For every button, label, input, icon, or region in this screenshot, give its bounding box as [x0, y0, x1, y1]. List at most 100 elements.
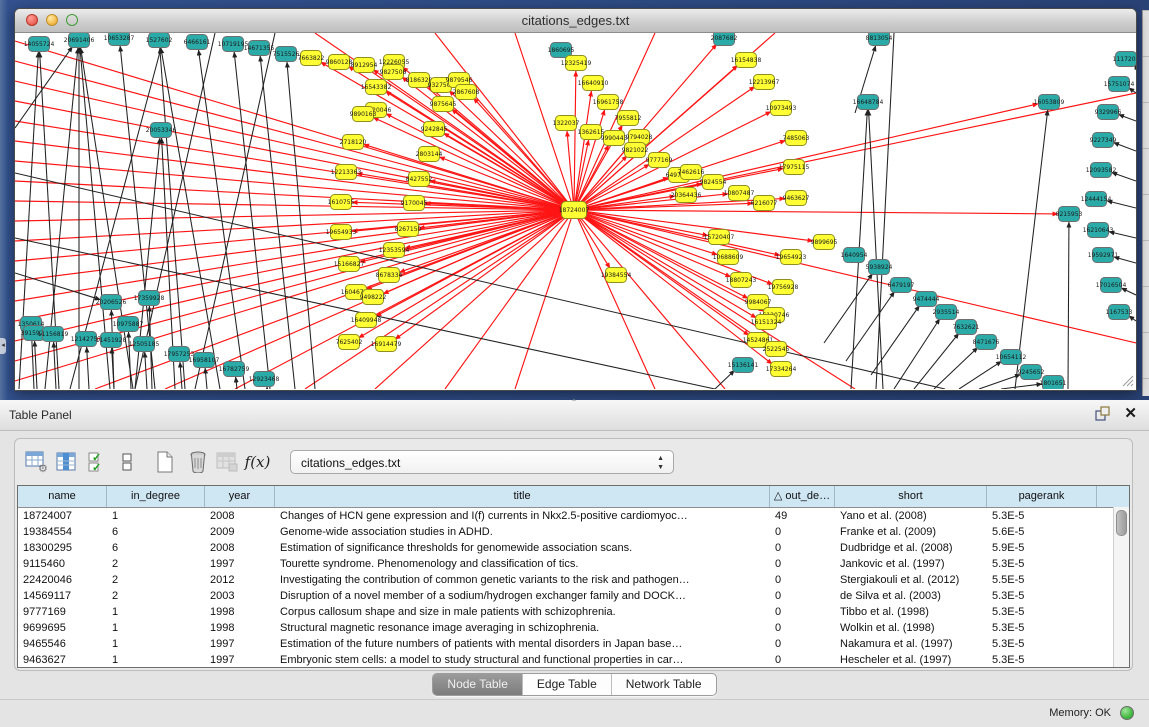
network-node[interactable]: 2087682 — [711, 33, 738, 46]
table-cell[interactable]: 22420046 — [18, 572, 107, 588]
import-table-icon[interactable] — [216, 450, 239, 473]
network-node[interactable]: 9827508 — [380, 65, 407, 80]
table-cell[interactable]: Stergiakouli et al. (2012) — [835, 572, 987, 588]
network-edge[interactable] — [15, 273, 100, 300]
network-node[interactable]: 10975887 — [113, 317, 144, 332]
network-node[interactable]: 2522545 — [763, 342, 790, 357]
network-node[interactable]: 9245652 — [1018, 365, 1045, 380]
network-node[interactable]: 9463627 — [783, 191, 810, 206]
network-edge[interactable] — [1001, 384, 1042, 389]
network-edge[interactable] — [35, 341, 37, 389]
network-node[interactable]: 15136141 — [728, 358, 759, 373]
network-node[interactable]: 1322037 — [553, 116, 580, 131]
table-row[interactable]: 946362711997Embryonic stem cells: a mode… — [18, 652, 1129, 668]
network-node[interactable]: 15166827 — [334, 257, 365, 272]
network-node[interactable]: 7632621 — [953, 320, 980, 335]
network-edge[interactable] — [15, 41, 574, 210]
network-node[interactable]: 7485063 — [783, 131, 810, 146]
table-cell[interactable]: Tourette syndrome. Phenomenology and cla… — [275, 556, 770, 572]
network-node[interactable]: 16914479 — [371, 337, 402, 352]
table-cell[interactable]: 2012 — [205, 572, 275, 588]
table-cell[interactable]: 0 — [770, 636, 835, 652]
network-node[interactable]: 8215953 — [1056, 207, 1083, 222]
table-chooser-dropdown[interactable]: citations_edges.txt ▲▼ — [290, 450, 674, 474]
table-cell[interactable]: 5.3E-5 — [987, 588, 1097, 604]
network-node[interactable]: 9821022 — [622, 143, 649, 158]
column-list-icon[interactable] — [115, 450, 138, 473]
table-cell[interactable]: Hescheler et al. (1997) — [835, 652, 987, 668]
table-cell[interactable]: 9777169 — [18, 604, 107, 620]
network-node[interactable]: 7625402 — [336, 335, 363, 350]
table-cell[interactable]: 9465546 — [18, 636, 107, 652]
table-cell[interactable]: 19384554 — [18, 524, 107, 540]
network-node[interactable]: 20053346 — [146, 123, 177, 138]
network-node[interactable]: 12093582 — [1086, 163, 1117, 178]
network-node[interactable]: 2867608 — [453, 85, 480, 100]
table-row[interactable]: 1456911722003Disruption of a novel membe… — [18, 588, 1129, 604]
table-row[interactable]: 977716911998Corpus callosum shape and si… — [18, 604, 1129, 620]
network-canvas[interactable]: 1872400714055724206914061065328715276026… — [15, 33, 1136, 389]
table-cell[interactable]: Changes of HCN gene expression and I(f) … — [275, 508, 770, 524]
network-node[interactable]: 16154838 — [731, 53, 762, 68]
network-node[interactable]: 18807243 — [726, 273, 757, 288]
network-edge[interactable] — [914, 333, 959, 389]
table-cell[interactable]: Jankovic et al. (1997) — [835, 556, 987, 572]
column-header-short[interactable]: short — [835, 486, 987, 507]
tab-network-table[interactable]: Network Table — [611, 674, 716, 695]
network-edge[interactable] — [373, 117, 574, 210]
table-scrollbar-thumb[interactable] — [1116, 510, 1127, 536]
network-graph[interactable]: 1872400714055724206914061065328715276026… — [15, 33, 1136, 389]
table-cell[interactable]: 5.3E-5 — [987, 620, 1097, 636]
network-edge[interactable] — [715, 370, 735, 389]
table-cell[interactable]: Investigating the contribution of common… — [275, 572, 770, 588]
network-node[interactable]: 9474444 — [913, 292, 940, 307]
network-node[interactable]: 9777169 — [646, 153, 673, 168]
network-edge[interactable] — [135, 33, 215, 389]
network-node[interactable]: 9227349 — [1090, 133, 1117, 148]
table-cell[interactable]: 1 — [107, 604, 205, 620]
network-edge[interactable] — [180, 362, 182, 389]
table-cell[interactable]: Estimation of the future numbers of pati… — [275, 636, 770, 652]
table-cell[interactable]: 1998 — [205, 604, 275, 620]
network-node[interactable]: 20691406 — [64, 33, 95, 48]
network-edge[interactable] — [869, 110, 883, 389]
table-cell[interactable]: Tibbo et al. (1998) — [835, 604, 987, 620]
network-node[interactable]: 9170045 — [401, 196, 428, 211]
network-edge[interactable] — [199, 50, 245, 389]
table-cell[interactable]: 5.9E-5 — [987, 540, 1097, 556]
network-node[interactable]: 7462616 — [678, 165, 705, 180]
table-cell[interactable]: 5.6E-5 — [987, 524, 1097, 540]
network-node[interactable]: 8267150 — [395, 222, 422, 237]
table-scrollbar[interactable] — [1113, 507, 1129, 667]
network-node[interactable]: 15751074 — [1104, 77, 1135, 92]
network-node[interactable]: 6466161 — [184, 35, 211, 50]
table-cell[interactable]: Wolkin et al. (1998) — [835, 620, 987, 636]
tab-edge-table[interactable]: Edge Table — [522, 674, 611, 695]
column-header-pagerank[interactable]: pagerank — [987, 486, 1097, 507]
table-row[interactable]: 969969511998Structural magnetic resonanc… — [18, 620, 1129, 636]
table-cell[interactable]: 1997 — [205, 556, 275, 572]
table-cell[interactable]: 5.3E-5 — [987, 652, 1097, 668]
table-cell[interactable]: 6 — [107, 524, 205, 540]
table-cell[interactable]: 18300295 — [18, 540, 107, 556]
network-node[interactable]: 11451928 — [96, 333, 127, 348]
table-cell[interactable]: 1 — [107, 508, 205, 524]
table-cell[interactable]: 0 — [770, 556, 835, 572]
network-node[interactable]: 6216077 — [751, 196, 778, 211]
table-cell[interactable]: Disruption of a novel member of a sodium… — [275, 588, 770, 604]
table-cell[interactable]: 5.5E-5 — [987, 572, 1097, 588]
network-node[interactable]: 12444154 — [1081, 192, 1112, 207]
table-cell[interactable]: 1998 — [205, 620, 275, 636]
table-cell[interactable]: 49 — [770, 508, 835, 524]
network-node[interactable]: 7955812 — [615, 111, 642, 126]
network-node[interactable]: 7663822 — [298, 51, 325, 66]
table-cell[interactable]: 1997 — [205, 636, 275, 652]
table-cell[interactable]: 0 — [770, 524, 835, 540]
table-row[interactable]: 1938455462009Genome-wide association stu… — [18, 524, 1129, 540]
network-node[interactable]: 8912954 — [351, 58, 378, 73]
network-node[interactable]: 1167533 — [1106, 305, 1133, 320]
network-node[interactable]: 9242845 — [421, 122, 448, 137]
table-cell[interactable]: 1 — [107, 652, 205, 668]
table-cell[interactable]: 2008 — [205, 540, 275, 556]
table-cell[interactable]: 2 — [107, 556, 205, 572]
